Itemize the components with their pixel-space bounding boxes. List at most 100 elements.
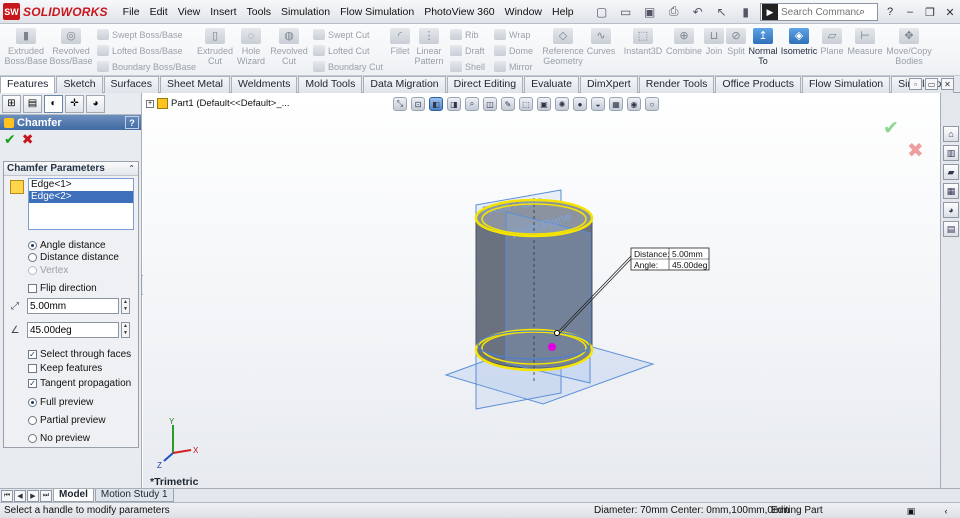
linear-pattern-button[interactable]: ⋮ Linear Pattern [414, 28, 444, 66]
revolved-cut-button[interactable]: ◍ Revolved Cut [269, 28, 309, 66]
list-item[interactable]: Edge<2> [29, 191, 133, 203]
lofted-boss-button[interactable]: Lofted Boss/Base [97, 43, 183, 58]
tab-motion-study[interactable]: Motion Study 1 [94, 489, 174, 502]
combine-button[interactable]: ⊕ Combine [666, 28, 702, 56]
close-icon[interactable]: ✕ [940, 0, 960, 24]
tile-icon[interactable]: ▫ [909, 78, 922, 90]
status-collapse-icon[interactable]: ‹ [940, 505, 952, 517]
fillet-button[interactable]: ◜ Fillet [386, 28, 414, 56]
move-copy-bodies-button[interactable]: ✥ Move/Copy Bodies [884, 28, 934, 66]
ok-check-icon[interactable]: ✔ [4, 131, 16, 148]
search-commands-box[interactable]: ▶ ⌕ [760, 3, 878, 21]
rebuild-icon[interactable]: ▮ [735, 3, 757, 21]
menu-view[interactable]: View [173, 0, 206, 24]
file-explorer-icon[interactable]: ▰ [943, 164, 959, 180]
revolved-boss-button[interactable]: ◎ Revolved Boss/Base [50, 28, 93, 66]
menu-simulation[interactable]: Simulation [276, 0, 335, 24]
plane-button[interactable]: ▱ Plane [818, 28, 846, 56]
no-preview-radio[interactable]: No preview [28, 432, 90, 444]
rebuild-status-icon[interactable]: ▣ [905, 505, 917, 517]
extruded-boss-button[interactable]: ▮ Extruded Boss/Base [5, 28, 48, 66]
next-tab-icon[interactable]: ▶ [27, 489, 39, 502]
undo-icon[interactable]: ↶ [687, 3, 709, 21]
menu-photoview[interactable]: PhotoView 360 [419, 0, 499, 24]
wrap-button[interactable]: Wrap [494, 27, 530, 42]
chamfer-parameters-header[interactable]: Chamfer Parameters ⌃ [4, 162, 138, 176]
keep-features-checkbox[interactable]: Keep features [28, 362, 102, 374]
list-item[interactable]: Edge<1> [29, 179, 133, 191]
tab-mold-tools[interactable]: Mold Tools [298, 76, 363, 93]
isometric-button[interactable]: ◈ Isometric [780, 28, 818, 56]
tangent-propagation-checkbox[interactable]: ✓ Tangent propagation [28, 377, 131, 389]
graphics-area[interactable]: + Part1 (Default<<Default>_... ⤡ ⊡ ◧ ◨ ⌕… [143, 93, 940, 488]
hole-wizard-button[interactable]: ◌ Hole Wizard [235, 28, 267, 66]
full-preview-radio[interactable]: Full preview [28, 396, 93, 408]
dome-button[interactable]: Dome [494, 43, 533, 58]
callout-angle-value[interactable]: 45.00deg [672, 260, 708, 270]
boundary-cut-button[interactable]: Boundary Cut [313, 59, 383, 74]
swept-cut-button[interactable]: Swept Cut [313, 27, 370, 42]
rib-button[interactable]: Rib [450, 27, 479, 42]
minimize-icon[interactable]: – [900, 0, 920, 24]
cascade-icon[interactable]: ▭ [925, 78, 938, 90]
draft-button[interactable]: Draft [450, 43, 485, 58]
display-manager-icon[interactable]: ◕ [86, 94, 105, 113]
boundary-boss-button[interactable]: Boundary Boss/Base [97, 59, 196, 74]
configuration-manager-icon[interactable]: ◐ [44, 94, 63, 113]
save-icon[interactable]: ▣ [639, 3, 661, 21]
new-document-icon[interactable]: ▢ [591, 3, 613, 21]
angle-input[interactable] [27, 322, 119, 338]
print-icon[interactable]: ⎙ [663, 3, 685, 21]
menu-help[interactable]: Help [547, 0, 579, 24]
collapse-chevron-icon[interactable]: ⌃ [128, 164, 135, 173]
menu-insert[interactable]: Insert [205, 0, 241, 24]
join-button[interactable]: ⊔ Join [703, 28, 725, 56]
dimxpert-manager-icon[interactable]: ✛ [65, 94, 84, 113]
tab-render-tools[interactable]: Render Tools [638, 76, 715, 93]
appearances-icon[interactable]: ◕ [943, 202, 959, 218]
tab-weldments[interactable]: Weldments [231, 76, 298, 93]
last-tab-icon[interactable]: ⏭ [40, 489, 52, 502]
swept-boss-button[interactable]: Swept Boss/Base [97, 27, 183, 42]
confirmation-ok-icon[interactable]: ✔ [883, 117, 899, 140]
open-folder-icon[interactable]: ▭ [615, 3, 637, 21]
flip-direction-checkbox[interactable]: Flip direction [28, 282, 97, 294]
tab-flow-simulation[interactable]: Flow Simulation [802, 76, 891, 93]
tab-sketch[interactable]: Sketch [56, 76, 103, 93]
edge-selection-list[interactable]: Edge<1> Edge<2> [28, 178, 134, 230]
select-arrow-icon[interactable]: ↖ [711, 3, 733, 21]
distance-input[interactable] [27, 298, 119, 314]
select-through-faces-checkbox[interactable]: ✓ Select through faces [28, 348, 131, 360]
menu-edit[interactable]: Edit [145, 0, 173, 24]
menu-flow-simulation[interactable]: Flow Simulation [335, 0, 419, 24]
tab-evaluate[interactable]: Evaluate [524, 76, 579, 93]
lofted-cut-button[interactable]: Lofted Cut [313, 43, 370, 58]
menu-file[interactable]: File [118, 0, 145, 24]
custom-properties-icon[interactable]: ▤ [943, 221, 959, 237]
design-library-icon[interactable]: ▥ [943, 145, 959, 161]
tab-dimxpert[interactable]: DimXpert [579, 76, 638, 93]
shell-button[interactable]: Shell [450, 59, 485, 74]
distance-distance-radio[interactable]: Distance distance [28, 251, 119, 263]
reference-geometry-button[interactable]: ◇ Reference Geometry [541, 28, 585, 66]
tab-features[interactable]: Features [0, 76, 56, 93]
feature-tree-icon[interactable]: ⊞ [2, 94, 21, 113]
view-palette-icon[interactable]: ▦ [943, 183, 959, 199]
angle-distance-radio[interactable]: Angle distance [28, 239, 106, 251]
curves-button[interactable]: ∿ Curves [586, 28, 616, 56]
measure-button[interactable]: ⊢ Measure [846, 28, 884, 56]
distance-spin-arrows[interactable]: ▲ ▼ [121, 298, 130, 314]
cancel-x-icon[interactable]: ✖ [22, 131, 34, 148]
instant3d-button[interactable]: ⬚ Instant3D [622, 28, 664, 56]
tab-sheet-metal[interactable]: Sheet Metal [159, 76, 231, 93]
first-tab-icon[interactable]: ⏮ [1, 489, 13, 502]
angle-spin-arrows[interactable]: ▲ ▼ [121, 322, 130, 338]
tab-direct-editing[interactable]: Direct Editing [446, 76, 524, 93]
drag-handle[interactable] [548, 343, 556, 351]
partial-preview-radio[interactable]: Partial preview [28, 414, 106, 426]
mirror-button[interactable]: Mirror [494, 59, 533, 74]
search-input[interactable] [779, 6, 859, 18]
search-icon[interactable]: ⌕ [859, 6, 865, 19]
tab-surfaces[interactable]: Surfaces [103, 76, 159, 93]
resources-house-icon[interactable]: ⌂ [943, 126, 959, 142]
